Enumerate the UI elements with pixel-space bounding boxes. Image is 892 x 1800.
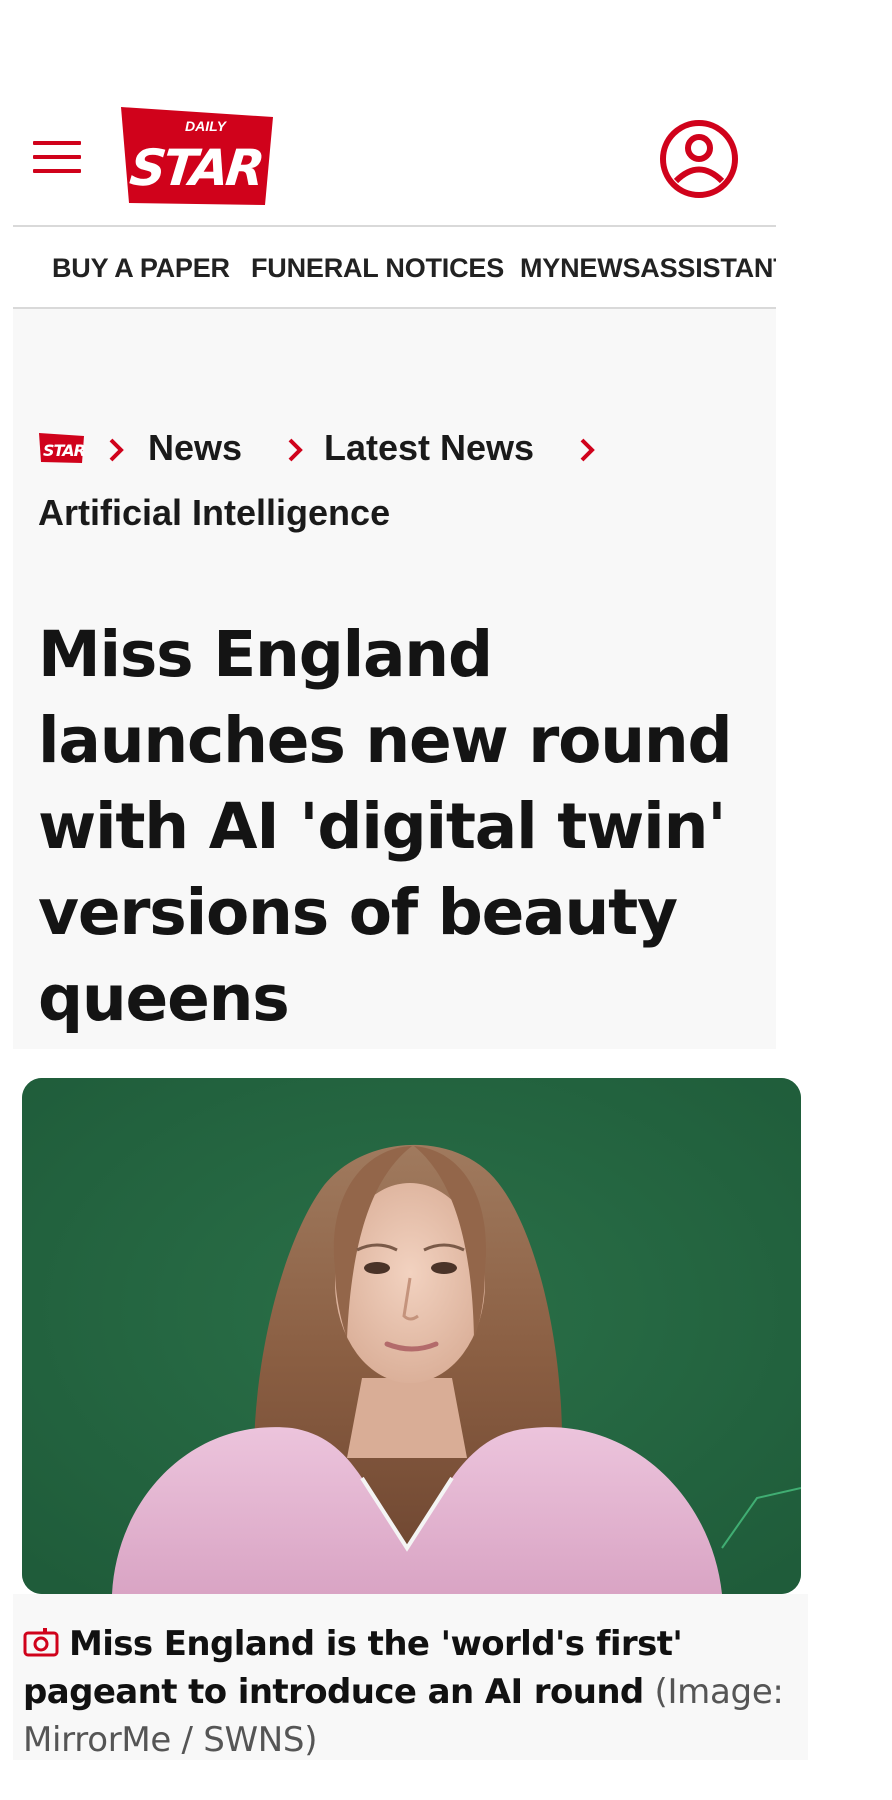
article-header: STAR News Latest News Artificial Intelli… — [13, 309, 776, 1049]
chevron-right-icon — [288, 438, 303, 462]
chevron-right-icon — [580, 438, 595, 462]
user-account-icon[interactable] — [658, 118, 740, 200]
page: DAILY STAR BUY A PAPER FUNERAL NOTICES M… — [0, 0, 892, 1800]
nav-item-buy-a-paper[interactable]: BUY A PAPER — [52, 253, 230, 284]
top-nav-bar: BUY A PAPER FUNERAL NOTICES MYNEWSASSIST… — [13, 227, 776, 309]
site-header: DAILY STAR — [13, 85, 776, 227]
article-headline: Miss England launches new round with AI … — [38, 618, 733, 1035]
logo-main-text: STAR — [127, 138, 265, 197]
camera-icon — [23, 1628, 59, 1657]
breadcrumb-latest-news[interactable]: Latest News — [324, 427, 534, 469]
daily-star-logo[interactable]: DAILY STAR — [115, 103, 280, 213]
daily-star-logo-icon[interactable]: STAR — [38, 431, 86, 465]
hamburger-menu-icon[interactable] — [33, 141, 81, 175]
hero-image-illustration — [22, 1078, 801, 1594]
breadcrumb-artificial-intelligence[interactable]: Artificial Intelligence — [38, 492, 390, 534]
caption-description: Miss England is the 'world's first' page… — [23, 1624, 683, 1712]
caption-text-block: Miss England is the 'world's first' page… — [23, 1620, 798, 1764]
breadcrumb-news[interactable]: News — [148, 427, 242, 469]
svg-text:STAR: STAR — [43, 441, 85, 460]
hero-image[interactable] — [22, 1078, 801, 1594]
nav-item-funeral-notices[interactable]: FUNERAL NOTICES — [251, 253, 504, 284]
chevron-right-icon — [109, 438, 124, 462]
logo-top-text: DAILY — [185, 118, 228, 134]
nav-item-mynewsassistant[interactable]: MYNEWSASSISTANT — [520, 253, 776, 284]
image-caption: Miss England is the 'world's first' page… — [13, 1594, 808, 1760]
